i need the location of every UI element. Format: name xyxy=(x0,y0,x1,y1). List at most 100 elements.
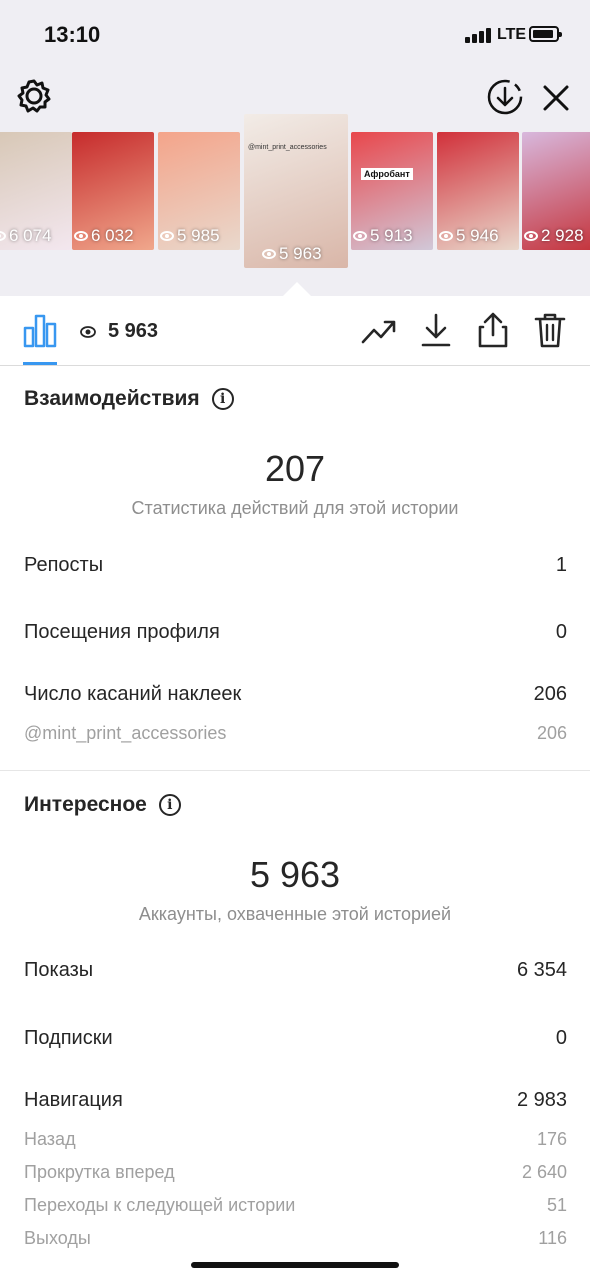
tab-insights[interactable] xyxy=(22,310,58,350)
thumbnail-views: 5 913 xyxy=(351,226,433,246)
thumbnail-views: 5 946 xyxy=(437,226,519,246)
story-thumbnail-strip[interactable]: 6 074 6 032 5 985 @mint_print_accessorie… xyxy=(0,114,590,282)
metric-sub-label: @mint_print_accessories xyxy=(24,723,227,743)
gear-icon xyxy=(17,79,51,113)
eye-icon xyxy=(262,249,276,259)
metric-label: Число касаний наклеек xyxy=(24,683,242,705)
metric-value: 0 xyxy=(555,1027,567,1049)
close-button[interactable] xyxy=(538,80,574,116)
metric-sub-value: 206 xyxy=(536,723,567,743)
discovery-section-title: Интересное i xyxy=(24,793,181,817)
interactions-section-title: Взаимодействия i xyxy=(24,387,234,411)
section-divider xyxy=(0,770,590,771)
eye-icon xyxy=(439,231,453,241)
stories-header-area: 13:10 LTE 6 074 6 032 5 985 @mint_print_… xyxy=(0,0,590,296)
story-thumbnail[interactable]: 5 946 xyxy=(437,132,519,250)
trending-up-icon xyxy=(361,320,396,344)
save-story-button[interactable] xyxy=(485,77,525,117)
metric-sub-value: 176 xyxy=(536,1129,567,1149)
views-count: 6 074 xyxy=(9,226,52,245)
network-label: LTE xyxy=(497,26,527,43)
story-thumbnail[interactable]: 6 032 xyxy=(72,132,154,250)
metric-label: Посещения профиля xyxy=(24,621,220,643)
metric-row: Число касаний наклеек 206 xyxy=(24,683,567,706)
interactions-caption: Статистика действий для этой истории xyxy=(131,498,459,518)
metric-sub-value: 2 640 xyxy=(521,1162,567,1182)
promote-button[interactable] xyxy=(360,312,398,350)
bar-chart-icon xyxy=(23,314,57,348)
story-insights-toolbar: 5 963 xyxy=(0,296,590,366)
metric-sub-label: Назад xyxy=(24,1129,76,1149)
eye-icon xyxy=(74,231,88,241)
download-circle-icon xyxy=(487,79,523,115)
thumbnail-views: 5 985 xyxy=(158,226,240,246)
metric-value: 1 xyxy=(555,554,567,576)
metric-row: Показы 6 354 xyxy=(24,959,567,982)
metric-value: 0 xyxy=(555,621,567,643)
views-count: 5 963 xyxy=(279,244,322,263)
close-icon xyxy=(543,85,569,111)
discovery-caption: Аккаунты, охваченные этой историей xyxy=(138,904,452,924)
story-thumbnail[interactable]: 2 928 xyxy=(522,132,590,250)
metric-sub-row: Прокрутка вперед 2 640 xyxy=(24,1162,567,1183)
metric-sub-value: 51 xyxy=(546,1195,567,1215)
thumbnail-label: @mint_print_accessories xyxy=(248,144,327,151)
metric-sub-value: 116 xyxy=(538,1228,567,1248)
metric-value: 2 983 xyxy=(516,1089,567,1111)
story-thumbnail-selected[interactable]: @mint_print_accessories 5 963 xyxy=(244,114,348,268)
story-thumbnail[interactable]: 6 074 xyxy=(0,132,72,250)
eye-icon xyxy=(0,231,6,241)
active-tab-indicator xyxy=(23,362,57,365)
metric-label: Показы xyxy=(24,959,94,981)
metric-sub-row: Переходы к следующей истории 51 xyxy=(24,1195,567,1216)
metric-label: Навигация xyxy=(24,1089,123,1111)
metric-sub-row: @mint_print_accessories 206 xyxy=(24,723,567,744)
metric-sub-row: Назад 176 xyxy=(24,1129,567,1150)
info-icon[interactable]: i xyxy=(211,388,234,410)
download-icon xyxy=(421,313,451,347)
settings-button[interactable] xyxy=(14,76,54,116)
views-count: 5 985 xyxy=(177,226,220,245)
signal-icon xyxy=(465,27,493,43)
info-icon[interactable]: i xyxy=(158,794,181,816)
story-thumbnail[interactable]: 5 985 xyxy=(158,132,240,250)
eye-icon xyxy=(353,231,367,241)
thumbnail-views: 6 032 xyxy=(72,226,154,246)
thumbnail-views: 2 928 xyxy=(522,226,590,246)
trash-icon xyxy=(534,313,566,348)
views-count: 5 913 xyxy=(370,226,413,245)
story-view-count: 5 963 xyxy=(80,320,158,343)
metric-label: Репосты xyxy=(24,554,104,576)
delete-button[interactable] xyxy=(532,310,568,350)
metric-value: 6 354 xyxy=(516,959,567,981)
thumbnail-views: 5 963 xyxy=(244,244,348,264)
thumbnail-views: 6 074 xyxy=(0,226,72,246)
battery-icon xyxy=(529,26,562,42)
views-count: 2 928 xyxy=(541,226,584,245)
story-thumbnail[interactable]: Афробант 5 913 xyxy=(351,132,433,250)
metric-row: Посещения профиля 0 xyxy=(24,621,567,644)
status-bar: 13:10 LTE xyxy=(0,0,590,70)
views-count: 5 946 xyxy=(456,226,499,245)
metric-value: 206 xyxy=(533,683,567,705)
metric-row: Навигация 2 983 xyxy=(24,1089,567,1112)
download-button[interactable] xyxy=(418,310,454,350)
status-time: 13:10 xyxy=(44,22,101,47)
metric-row: Подписки 0 xyxy=(24,1027,567,1050)
interactions-total: 207 xyxy=(264,448,326,489)
thumbnail-label: Афробант xyxy=(361,168,413,180)
metric-sub-label: Прокрутка вперед xyxy=(24,1162,175,1182)
metric-label: Подписки xyxy=(24,1027,113,1049)
discovery-total: 5 963 xyxy=(249,854,341,895)
eye-icon xyxy=(524,231,538,241)
home-indicator xyxy=(191,1262,399,1268)
view-count-value: 5 963 xyxy=(108,320,159,342)
eye-icon xyxy=(160,231,174,241)
metric-sub-label: Выходы xyxy=(24,1228,91,1248)
share-button[interactable] xyxy=(475,310,511,350)
metric-sub-row: Выходы 116 xyxy=(24,1228,567,1249)
eye-icon xyxy=(80,325,96,338)
discovery-title: Интересное xyxy=(24,793,147,816)
metric-row: Репосты 1 xyxy=(24,554,567,577)
metric-sub-label: Переходы к следующей истории xyxy=(24,1195,296,1215)
